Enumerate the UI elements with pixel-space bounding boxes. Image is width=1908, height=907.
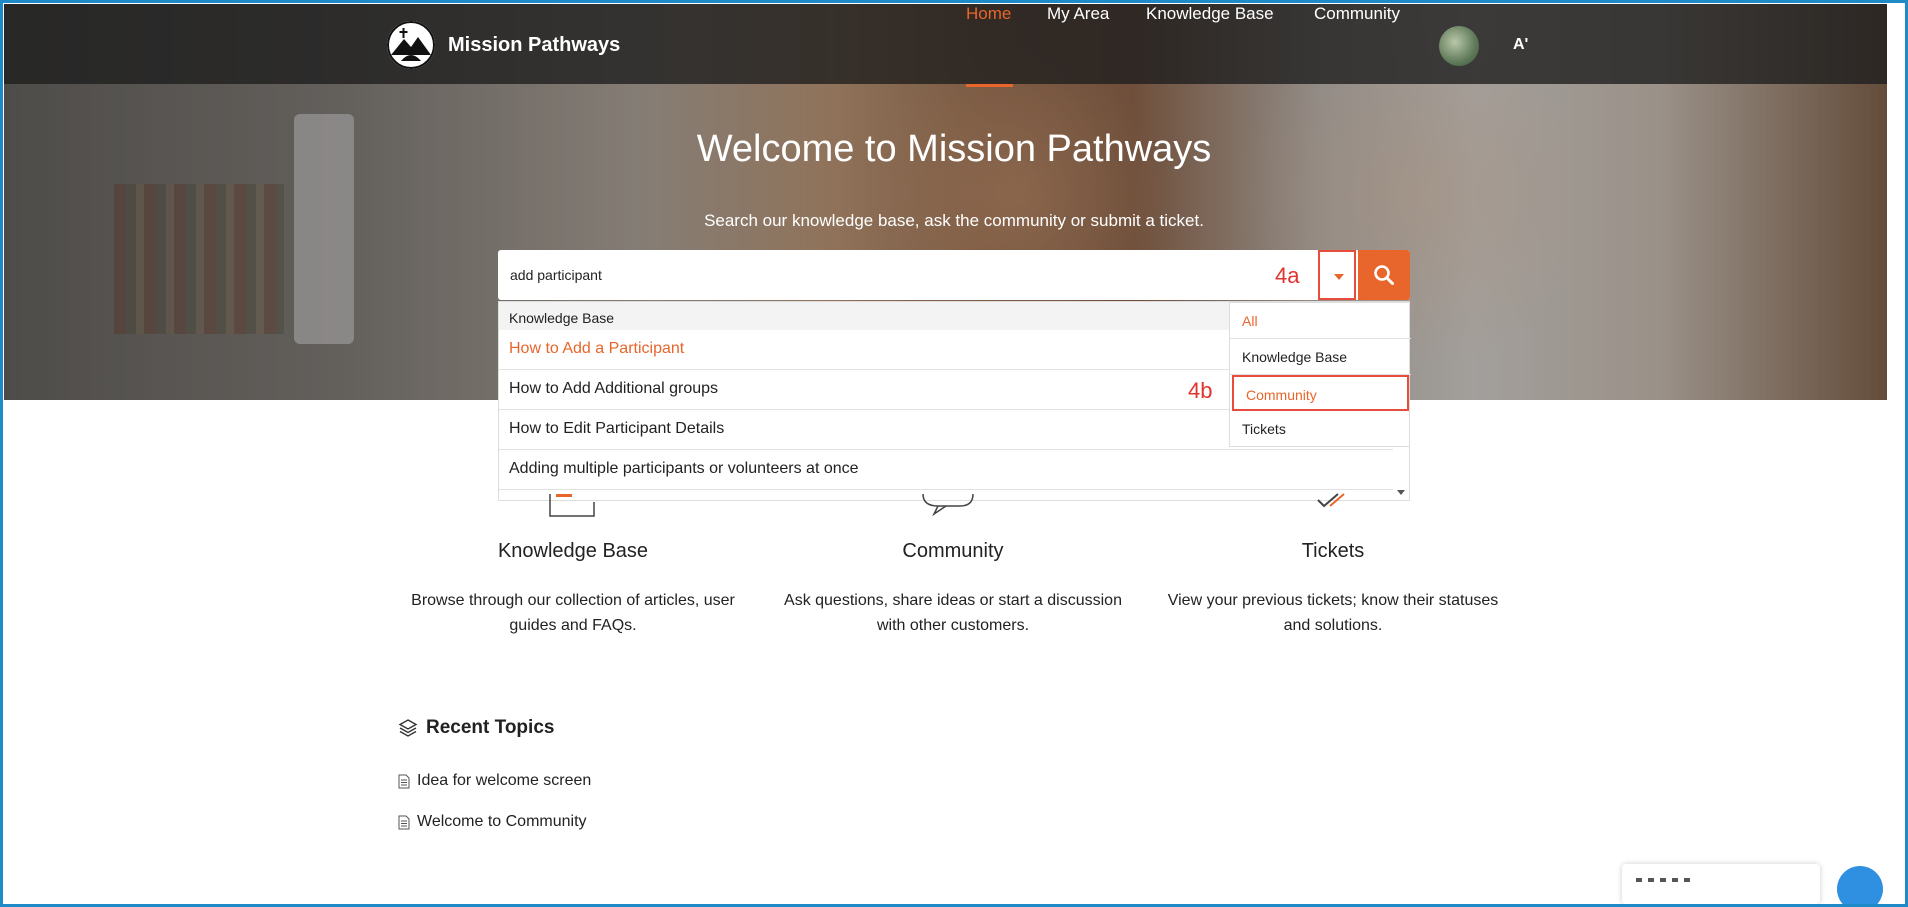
scroll-down-icon[interactable] [1397, 490, 1405, 495]
font-size-icon[interactable]: A' [1513, 36, 1528, 54]
top-navbar: Mission Pathways Home My Area Knowledge … [4, 4, 1887, 87]
community-icon [922, 493, 974, 517]
annotation-label-4a: 4a [1275, 263, 1300, 288]
filter-option-knowledge-base[interactable]: Knowledge Base [1230, 339, 1411, 375]
caret-down-icon [1334, 274, 1344, 280]
annotation-label-4b: 4b [1188, 378, 1213, 403]
layers-icon [398, 719, 418, 737]
filter-option-tickets[interactable]: Tickets [1230, 411, 1411, 447]
hero-title: Welcome to Mission Pathways [696, 128, 1212, 170]
feature-title: Tickets [1301, 540, 1365, 562]
document-icon [398, 774, 410, 788]
nav-knowledge-base[interactable]: Knowledge Base [1146, 4, 1274, 24]
search-filter-dropdown-toggle[interactable] [1318, 250, 1356, 300]
feature-description: Browse through our collection of article… [411, 592, 735, 634]
feature-title: Community [902, 540, 1004, 562]
user-avatar[interactable] [1439, 26, 1479, 66]
knowledge-base-icon [549, 494, 595, 517]
search-input[interactable] [498, 250, 1318, 300]
nav-community[interactable]: Community [1314, 4, 1400, 24]
search-filter-menu: All Knowledge Base Community Tickets [1229, 302, 1411, 447]
feature-description: View your previous tickets; know their s… [1167, 592, 1499, 634]
chat-widget-preview[interactable] [1622, 864, 1820, 904]
feature-card-tickets[interactable]: Tickets View your previous tickets; know… [1153, 540, 1513, 638]
recent-topics-heading: Recent Topics [398, 717, 554, 739]
recent-topic-item[interactable]: Idea for welcome screen [398, 772, 591, 790]
document-icon [398, 815, 410, 829]
recent-topics-title: Recent Topics [426, 717, 555, 738]
feature-card-community[interactable]: Community Ask questions, share ideas or … [773, 540, 1133, 638]
chat-launcher-icon[interactable] [1837, 866, 1883, 907]
search-bar: 4a [498, 250, 1410, 300]
suggestion-item[interactable]: Adding multiple participants or voluntee… [499, 450, 1393, 490]
search-button[interactable] [1358, 250, 1410, 300]
hero-subtitle: Search our knowledge base, ask the commu… [704, 211, 1204, 230]
feature-title: Knowledge Base [497, 540, 649, 562]
nav-active-indicator [966, 84, 1013, 87]
filter-option-community[interactable]: Community [1232, 375, 1409, 411]
feature-description: Ask questions, share ideas or start a di… [784, 592, 1122, 634]
recent-topic-label: Welcome to Community [417, 813, 587, 830]
nav-home[interactable]: Home [966, 4, 1011, 24]
tickets-icon [1317, 493, 1345, 508]
brand-logo-link[interactable]: Mission Pathways [387, 21, 620, 69]
recent-topic-label: Idea for welcome screen [417, 772, 592, 789]
suggestions-group-header: Knowledge Base [499, 302, 1239, 330]
recent-topic-item[interactable]: Welcome to Community [398, 813, 587, 831]
nav-my-area[interactable]: My Area [1047, 4, 1109, 24]
mountain-cross-logo-icon [387, 21, 435, 69]
feature-card-knowledge-base[interactable]: Knowledge Base Browse through our collec… [393, 540, 753, 638]
brand-name: Mission Pathways [448, 33, 621, 56]
search-icon [1374, 265, 1394, 285]
filter-option-all[interactable]: All [1230, 303, 1411, 339]
